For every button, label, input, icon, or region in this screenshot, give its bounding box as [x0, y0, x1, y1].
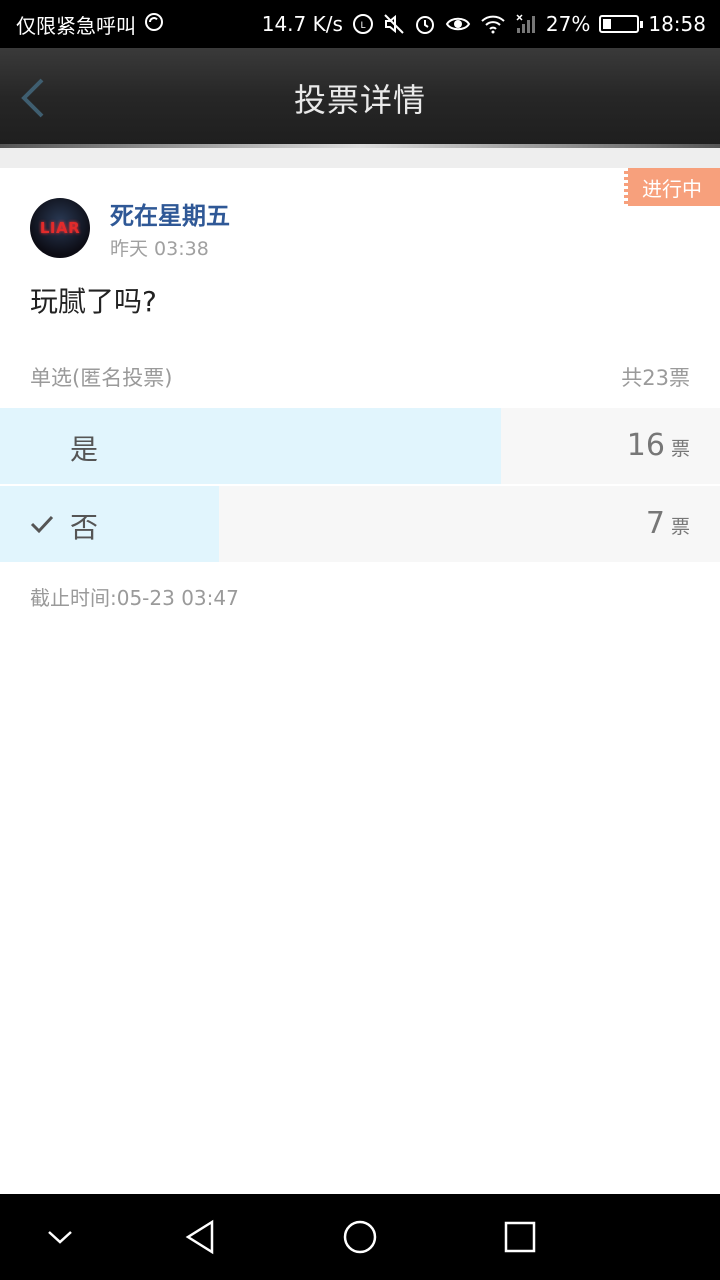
divider	[0, 148, 720, 168]
back-button[interactable]	[16, 76, 50, 120]
author-name[interactable]: 死在星期五	[110, 196, 230, 231]
battery-fill	[603, 19, 612, 29]
poll-question: 玩腻了吗?	[30, 285, 157, 318]
mute-icon	[383, 13, 405, 35]
svg-text:L: L	[360, 21, 365, 31]
back-icon	[21, 78, 44, 118]
status-badge: 进行中	[624, 168, 720, 206]
battery-icon	[599, 15, 644, 33]
alarm-icon	[414, 13, 436, 35]
avatar[interactable]: LIAR	[30, 198, 90, 258]
option-label: 否	[70, 511, 99, 544]
poll-type: 单选(匿名投票)	[30, 366, 173, 390]
option-count-unit: 票	[670, 438, 690, 460]
post-time: 昨天 03:38	[110, 238, 209, 260]
nav-recents-button[interactable]	[497, 1214, 543, 1260]
nav-home-icon	[343, 1220, 377, 1254]
option-label: 是	[70, 433, 99, 466]
option-count-unit: 票	[670, 516, 690, 538]
navigation-bar	[0, 1194, 720, 1280]
total-votes: 共23票	[621, 366, 690, 390]
app-header: 投票详情	[0, 48, 720, 148]
option-count: 16 票	[627, 428, 690, 463]
poll-card: 进行中 LIAR 死在星期五 昨天 03:38 玩腻了吗? 单选(匿名投票) 共…	[0, 168, 720, 628]
nav-recents-icon	[504, 1221, 536, 1253]
deadline-text: 截止时间:05-23 03:47	[30, 586, 239, 610]
avatar-logo: LIAR	[39, 219, 81, 237]
sync-icon	[144, 12, 164, 37]
option-count-number: 7	[645, 506, 665, 541]
nav-home-button[interactable]	[337, 1214, 383, 1260]
network-speed: 14.7 K/s	[261, 12, 343, 36]
check-icon	[30, 515, 54, 534]
option-count: 7 票	[646, 506, 690, 541]
page-title: 投票详情	[293, 81, 426, 119]
poll-option-no[interactable]: 否 7 票	[0, 486, 720, 562]
status-bar: 仅限紧急呼叫 14.7 K/s L 27% 18:58	[0, 0, 720, 48]
poll-option-yes[interactable]: 是 16 票	[0, 408, 720, 484]
option-count-number: 16	[626, 428, 665, 463]
wifi-icon	[480, 13, 506, 35]
nav-collapse-icon	[48, 1231, 72, 1244]
nav-back-icon	[185, 1219, 214, 1255]
nav-collapse-button[interactable]	[37, 1214, 83, 1260]
clock: 18:58	[648, 12, 706, 36]
nav-back-button[interactable]	[177, 1214, 223, 1260]
eye-icon	[445, 13, 471, 35]
battery-percent: 27%	[545, 12, 591, 36]
data-saver-icon: L	[352, 13, 374, 35]
carrier-text: 仅限紧急呼叫	[16, 13, 136, 38]
signal-icon	[515, 13, 537, 35]
